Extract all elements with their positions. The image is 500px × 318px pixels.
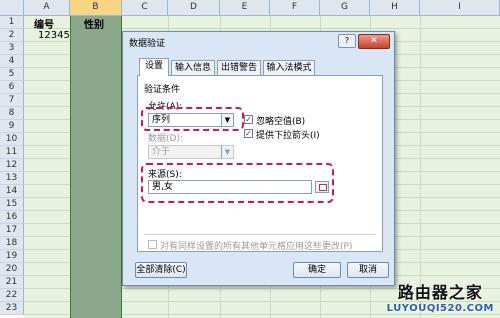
row-header-21[interactable]: 21: [0, 276, 24, 289]
row-header-4[interactable]: 4: [0, 55, 24, 68]
row-header-19[interactable]: 19: [0, 250, 24, 263]
grid-line: [420, 16, 421, 318]
chevron-down-icon: ▼: [221, 146, 233, 158]
divider: [144, 234, 376, 235]
row-header-7[interactable]: 7: [0, 94, 24, 107]
tab-error-alert[interactable]: 出错警告: [217, 60, 261, 75]
section-title: 验证条件: [144, 85, 181, 95]
row-header-12[interactable]: 12: [0, 159, 24, 172]
watermark: 路由器之家 LUYOUQI520.COM: [387, 279, 494, 314]
row-header-15[interactable]: 15: [0, 198, 24, 211]
row-header-6[interactable]: 6: [0, 81, 24, 94]
tab-ime-mode[interactable]: 输入法模式: [263, 60, 315, 75]
ignore-blank-checkbox[interactable]: ✓: [244, 115, 253, 124]
row-header-17[interactable]: 17: [0, 224, 24, 237]
help-button[interactable]: ?: [338, 34, 356, 48]
column-header-h[interactable]: H: [370, 0, 420, 16]
column-header-b[interactable]: B: [70, 0, 122, 16]
row-header-8[interactable]: 8: [0, 107, 24, 120]
select-all-corner[interactable]: [0, 0, 24, 16]
close-button[interactable]: ✕: [358, 34, 390, 49]
cell-a2[interactable]: 12345: [38, 30, 70, 41]
highlight-source: [141, 163, 334, 203]
cancel-button[interactable]: 取消: [347, 262, 389, 278]
ignore-blank-label: 忽略空值(B): [256, 117, 306, 127]
row-header-14[interactable]: 14: [0, 185, 24, 198]
tab-input-message[interactable]: 输入信息: [171, 60, 215, 75]
column-header-d[interactable]: D: [168, 0, 220, 16]
row-header-5[interactable]: 5: [0, 68, 24, 81]
apply-all-label: 对有同样设置的所有其他单元格应用这些更改(P): [160, 242, 353, 252]
column-header-c[interactable]: C: [122, 0, 168, 16]
ok-button[interactable]: 确定: [293, 262, 341, 278]
row-header-20[interactable]: 20: [0, 263, 24, 276]
data-validation-dialog: 数据验证 ? ✕ 设置 输入信息 出错警告 输入法模式 验证条件 允许(A): …: [122, 31, 395, 286]
row-header-9[interactable]: 9: [0, 120, 24, 133]
data-select: 介于 ▼: [148, 145, 234, 159]
cell-a1[interactable]: 编号: [34, 16, 54, 31]
watermark-main: 路由器之家: [397, 283, 483, 302]
column-header-f[interactable]: F: [270, 0, 320, 16]
column-header-g[interactable]: G: [320, 0, 370, 16]
dialog-title: 数据验证: [129, 39, 166, 49]
dropdown-arrow-label: 提供下拉箭头(I): [256, 131, 320, 141]
tab-settings[interactable]: 设置: [139, 58, 169, 76]
row-header-1[interactable]: 1: [0, 16, 24, 29]
row-header-22[interactable]: 22: [0, 289, 24, 302]
selected-column-b[interactable]: [70, 16, 122, 318]
row-header-10[interactable]: 10: [0, 133, 24, 146]
dropdown-arrow-checkbox[interactable]: ✓: [244, 129, 253, 138]
apply-all-checkbox[interactable]: [148, 240, 157, 249]
highlight-allow: [141, 107, 244, 131]
row-header-11[interactable]: 11: [0, 146, 24, 159]
row-header-13[interactable]: 13: [0, 172, 24, 185]
clear-all-button[interactable]: 全部清除(C): [135, 262, 187, 278]
watermark-sub: LUYOUQI520.COM: [386, 303, 494, 314]
column-header-e[interactable]: E: [220, 0, 270, 16]
data-value: 介于: [152, 147, 171, 157]
column-header-i[interactable]: I: [420, 0, 500, 16]
data-label: 数据(D):: [148, 134, 183, 144]
row-header-3[interactable]: 3: [0, 42, 24, 55]
row-header-23[interactable]: 23: [0, 302, 24, 315]
row-header-2[interactable]: 2: [0, 29, 24, 42]
row-header-16[interactable]: 16: [0, 211, 24, 224]
cell-b1[interactable]: 性别: [84, 16, 104, 31]
row-header-18[interactable]: 18: [0, 237, 24, 250]
column-header-a[interactable]: A: [24, 0, 70, 16]
